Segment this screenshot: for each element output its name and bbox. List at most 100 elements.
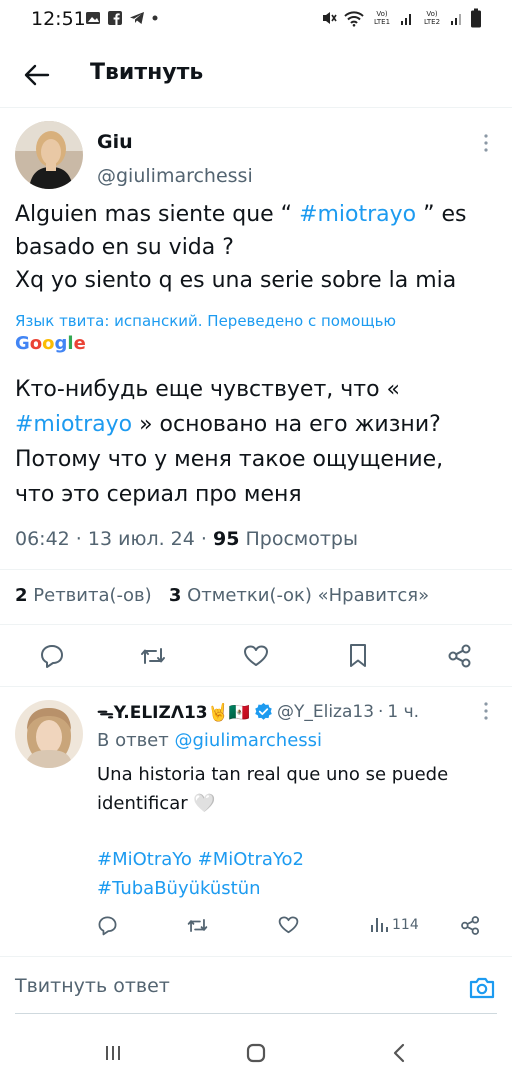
retweet-icon xyxy=(141,648,165,664)
reply-input[interactable]: Твитнуть ответ xyxy=(15,975,170,997)
reply-author-avatar[interactable] xyxy=(15,700,83,768)
share-icon xyxy=(448,644,471,668)
separator-dot: · xyxy=(378,701,384,722)
hashtag-link[interactable]: #miotrayo xyxy=(15,412,132,437)
translated-line: Потому что у меня такое ощущение, xyxy=(15,447,444,472)
reply-more-options-button[interactable] xyxy=(478,700,494,726)
retweets-count: 2 xyxy=(15,585,28,606)
input-underline xyxy=(15,1013,497,1014)
reply-composer: Твитнуть ответ xyxy=(0,956,512,1016)
mute-icon xyxy=(323,12,337,24)
heart-icon xyxy=(244,645,268,666)
divider xyxy=(0,569,512,570)
home-button[interactable] xyxy=(241,1038,271,1068)
reply-button[interactable] xyxy=(36,640,68,672)
engagement-stats: 2 Ретвита(-ов) 3 Отметки(-ок) «Нравится» xyxy=(15,585,429,606)
reply-action-bar: 114 xyxy=(0,910,512,940)
back-button[interactable] xyxy=(20,58,54,92)
reply-text: Una historia tan real que uno se puede i… xyxy=(97,760,497,818)
reply-age: 1 ч. xyxy=(387,701,420,722)
back-nav-button[interactable] xyxy=(384,1038,414,1068)
reply-views-button[interactable]: 114 xyxy=(370,912,419,938)
translated-text: Кто-нибудь еще чувствует, что « #miotray… xyxy=(15,372,505,512)
divider xyxy=(0,686,512,687)
reply-to-prefix: В ответ xyxy=(97,730,169,751)
avatar-image xyxy=(15,700,83,768)
camera-button[interactable] xyxy=(468,975,496,1001)
reply-hashtags: #MiOtraYo #MiOtraYo2 #TubaBüyüküstün xyxy=(97,845,304,903)
bookmark-button[interactable] xyxy=(342,640,374,672)
author-avatar[interactable] xyxy=(15,121,83,189)
reply-to-handle[interactable]: @giulimarchessi xyxy=(174,730,322,751)
reply-reply-button[interactable] xyxy=(97,912,118,938)
tweet-text-part: Alguien mas siente que “ xyxy=(15,202,300,227)
more-vertical-icon xyxy=(484,134,488,152)
bookmark-icon xyxy=(350,644,366,667)
reply-author-name[interactable]: ᯓY.ELIZΛ13🤘🇲🇽 xyxy=(97,700,250,723)
reply-share-button[interactable] xyxy=(460,912,481,938)
reply-text-line: identificar 🤍 xyxy=(97,793,216,814)
like-button[interactable] xyxy=(240,640,272,672)
tweet-date: 13 июл. 24 xyxy=(87,528,195,550)
reply-views-count: 114 xyxy=(392,917,419,933)
chevron-left-icon xyxy=(393,1043,405,1063)
more-options-button[interactable] xyxy=(478,132,494,158)
hashtag-link[interactable]: #MiOtraYo #MiOtraYo2 xyxy=(97,845,304,874)
author-name[interactable]: Giu xyxy=(97,131,133,153)
share-button[interactable] xyxy=(444,640,476,672)
translated-line: Кто-нибудь еще чувствует, что « xyxy=(15,377,400,402)
recent-apps-icon xyxy=(106,1046,120,1060)
tweet-text-line: basado en su vida ? xyxy=(15,235,234,260)
dot-icon xyxy=(152,15,158,21)
back-arrow-icon xyxy=(24,64,50,86)
verified-badge-icon xyxy=(255,702,272,720)
signal-icon xyxy=(401,14,411,25)
retweet-icon xyxy=(187,918,208,932)
translation-note[interactable]: Язык твита: испанский. Переведено с помо… xyxy=(15,312,396,331)
reply-author-handle[interactable]: @Y_Eliza13 xyxy=(277,702,374,722)
system-navigation-bar xyxy=(0,1024,512,1080)
retweets-stat[interactable]: 2 Ретвита(-ов) xyxy=(15,585,152,606)
telegram-icon xyxy=(130,12,144,24)
translated-part: » основано на его жизни? xyxy=(132,412,441,437)
likes-label: Отметки(-ок) «Нравится» xyxy=(187,585,430,606)
facebook-icon xyxy=(108,11,122,25)
camera-icon xyxy=(469,977,495,999)
share-icon xyxy=(461,915,480,935)
home-icon xyxy=(246,1043,266,1063)
author-handle[interactable]: @giulimarchessi xyxy=(97,165,253,187)
translated-line: что это сериал про меня xyxy=(15,482,302,507)
likes-stat[interactable]: 3 Отметки(-ок) «Нравится» xyxy=(169,585,429,606)
reply-context: В ответ @giulimarchessi xyxy=(97,730,322,751)
tweet-text-line: Xq yo siento q es una serie sobre la mia xyxy=(15,268,457,293)
status-time: 12:51 xyxy=(31,8,86,30)
retweet-button[interactable] xyxy=(137,640,169,672)
tweet-time: 06:42 xyxy=(15,528,70,550)
reply-icon xyxy=(41,645,63,668)
google-logo: Google xyxy=(15,333,86,354)
signal-icon xyxy=(451,14,461,25)
notification-icons xyxy=(85,10,159,26)
tweet-meta: 06:42 · 13 июл. 24 · 95 Просмотры xyxy=(15,528,358,550)
sim1-label: Vo) LTE1 xyxy=(373,10,391,26)
heart-icon xyxy=(278,916,299,934)
views-count: 95 xyxy=(212,528,240,550)
retweets-label: Ретвита(-ов) xyxy=(33,585,152,606)
reply-like-button[interactable] xyxy=(278,912,299,938)
likes-count: 3 xyxy=(168,585,182,606)
reply-retweet-button[interactable] xyxy=(186,912,209,938)
divider xyxy=(0,624,512,625)
wifi-icon xyxy=(344,11,364,27)
status-bar: 12:51 Vo) LTE1 Vo) LTE2 xyxy=(0,0,512,40)
page-title: Твитнуть xyxy=(90,60,204,85)
tweet-action-bar xyxy=(0,636,512,676)
more-vertical-icon xyxy=(484,702,488,720)
tweet-text-part: ” es xyxy=(416,202,467,227)
hashtag-link[interactable]: #miotrayo xyxy=(299,202,416,227)
hashtag-link[interactable]: #TubaBüyüküstün xyxy=(97,874,304,903)
reply-header: ᯓY.ELIZΛ13🤘🇲🇽 @Y_Eliza13 · 1 ч. xyxy=(97,700,420,724)
tweet-text: Alguien mas siente que “ #miotrayo ” es … xyxy=(15,198,500,297)
recent-apps-button[interactable] xyxy=(98,1038,128,1068)
avatar-image xyxy=(15,121,83,189)
sim2-label: Vo) LTE2 xyxy=(423,10,441,26)
